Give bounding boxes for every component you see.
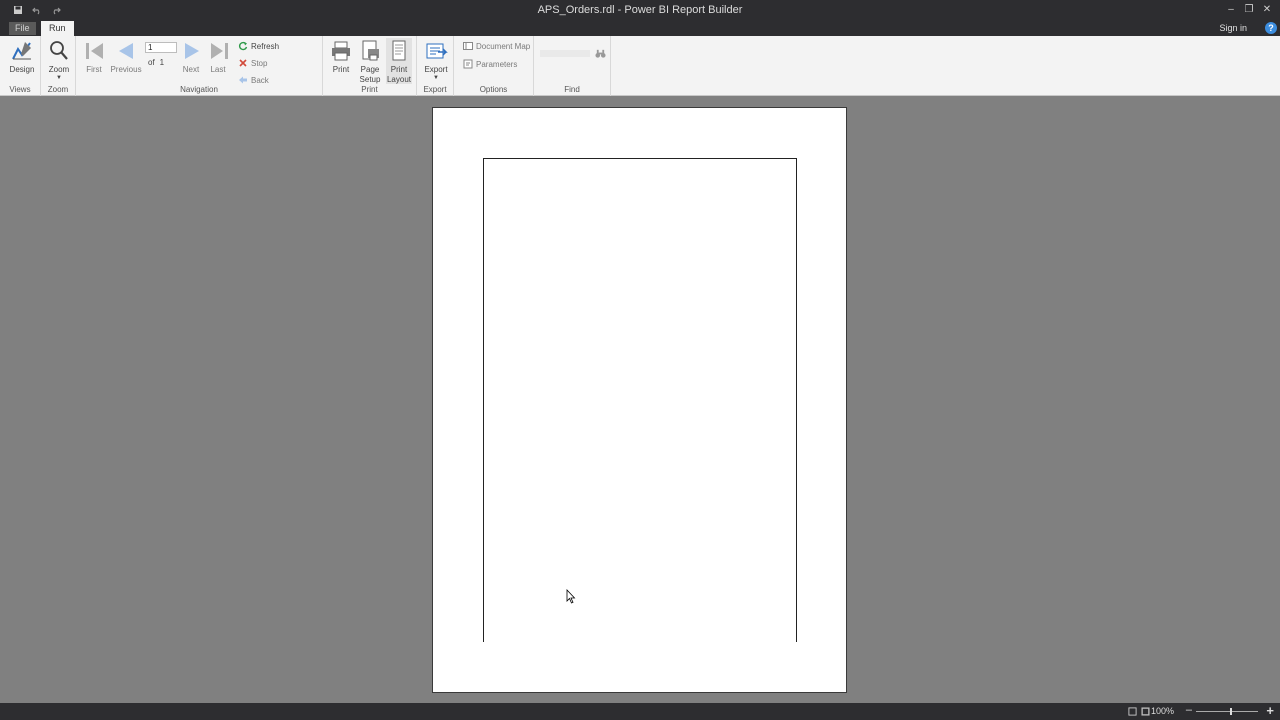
last-page-button[interactable]: Last [207, 39, 229, 75]
printer-icon [332, 41, 350, 61]
magnifier-icon [50, 41, 68, 60]
first-page-icon [86, 43, 103, 59]
zoom-level: 100% [1150, 706, 1174, 716]
report-preview-area[interactable] [0, 97, 1280, 703]
page-count: of 1 [148, 58, 165, 67]
group-label-find: Find [564, 85, 580, 94]
group-label-views: Views [9, 85, 31, 94]
group-export: Export ▼ Export [417, 36, 454, 96]
print-view-icon[interactable] [1141, 707, 1150, 716]
group-print: Print Page Setup Print Layout Print [323, 36, 417, 96]
previous-page-icon [119, 43, 133, 59]
mouse-cursor-icon [566, 589, 576, 604]
report-body [483, 158, 797, 642]
refresh-icon [238, 41, 248, 51]
group-navigation: First Previous 1 of 1 Next Last Refresh … [76, 36, 323, 96]
refresh-button[interactable]: Refresh [238, 40, 279, 52]
window-title: APS_Orders.rdl - Power BI Report Builder [537, 4, 743, 16]
design-icon [12, 42, 31, 60]
last-page-icon [211, 43, 228, 59]
zoom-in-icon[interactable]: + [1266, 703, 1274, 718]
back-arrow-icon [239, 76, 247, 84]
next-page-icon [185, 43, 199, 59]
document-map-icon [463, 42, 473, 50]
group-label-export: Export [423, 85, 447, 94]
window-controls: – ❐ ✕ [1224, 2, 1274, 16]
group-label-navigation: Navigation [180, 85, 218, 94]
zoom-out-icon[interactable]: – [1186, 704, 1192, 716]
print-button[interactable]: Print [329, 39, 353, 75]
export-button[interactable]: Export ▼ [423, 39, 449, 81]
page-setup-button[interactable]: Page Setup [357, 39, 383, 85]
restore-icon[interactable]: ❐ [1242, 2, 1256, 16]
previous-page-button[interactable]: Previous [110, 39, 142, 75]
zoom-slider-thumb[interactable] [1230, 708, 1232, 715]
tab-file[interactable]: File [9, 22, 36, 35]
status-bar: 100% – + [0, 703, 1280, 720]
group-zoom: Zoom ▼ Zoom [41, 36, 76, 96]
ribbon-tab-row: File Run Sign in ? [0, 20, 1280, 36]
print-layout-button[interactable]: Print Layout [386, 38, 412, 84]
ribbon: Design Views Zoom ▼ Zoom First Previous … [0, 36, 1280, 96]
binoculars-icon[interactable] [595, 48, 606, 59]
zoom-button[interactable]: Zoom ▼ [47, 39, 71, 81]
title-bar: APS_Orders.rdl - Power BI Report Builder… [0, 0, 1280, 20]
export-icon [426, 43, 448, 59]
chevron-down-icon: ▼ [433, 75, 439, 81]
group-find: Find [534, 36, 611, 96]
find-input[interactable] [540, 50, 590, 57]
group-views: Design Views [0, 36, 41, 96]
page-view-icon[interactable] [1128, 707, 1137, 716]
page-setup-icon [362, 40, 379, 61]
next-page-button[interactable]: Next [180, 39, 202, 75]
document-map-button[interactable]: Document Map [463, 40, 530, 52]
chevron-down-icon: ▼ [56, 75, 62, 81]
first-page-button[interactable]: First [83, 39, 105, 75]
parameters-button[interactable]: Parameters [463, 58, 517, 70]
print-layout-icon [392, 40, 406, 61]
sign-in-link[interactable]: Sign in [1219, 23, 1247, 33]
report-page [432, 107, 847, 693]
group-label-print: Print [361, 85, 378, 94]
design-button[interactable]: Design [9, 39, 35, 75]
close-icon[interactable]: ✕ [1260, 2, 1274, 16]
minimize-icon[interactable]: – [1224, 2, 1238, 16]
group-label-zoom: Zoom [47, 85, 69, 94]
group-options: Document Map Parameters Options [454, 36, 534, 96]
zoom-slider[interactable] [1196, 708, 1258, 715]
tab-run[interactable]: Run [41, 21, 74, 36]
stop-button[interactable]: Stop [238, 57, 267, 69]
page-number-input[interactable]: 1 [145, 42, 177, 53]
stop-icon [239, 59, 247, 67]
group-label-options: Options [479, 85, 508, 94]
help-icon[interactable]: ? [1265, 22, 1277, 34]
parameters-icon [463, 59, 473, 69]
